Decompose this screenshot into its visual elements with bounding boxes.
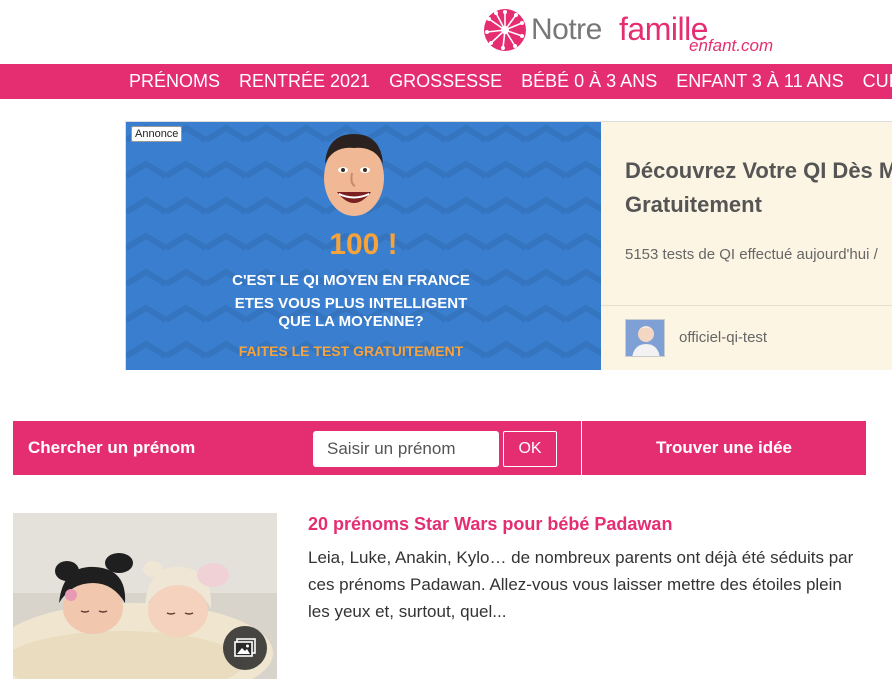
nav-item-prenoms[interactable]: PRÉNOMS — [129, 71, 220, 92]
ad-title-line2: Gratuitement — [625, 192, 762, 217]
article-thumbnail[interactable] — [13, 513, 277, 679]
ad-score: 100 ! — [329, 228, 398, 261]
article-title[interactable]: 20 prénoms Star Wars pour bébé Padawan — [308, 514, 672, 535]
ad-text-panel[interactable]: Découvrez Votre QI Dès M Gratuitement 51… — [601, 122, 892, 370]
ad-cta[interactable]: FAITES LE TEST GRATUITEMENT — [126, 343, 576, 359]
site-header: Notre famille enfant.com — [0, 0, 892, 64]
nav-item-grossesse[interactable]: GROSSESSE — [389, 71, 502, 92]
ad-headline: C'EST LE QI MOYEN EN FRANCE — [232, 272, 470, 289]
ad-question: ETES VOUS PLUS INTELLIGENT QUE LA MOYENN… — [126, 295, 576, 331]
find-idea-button[interactable]: Trouver une idée — [582, 421, 866, 475]
search-ok-button[interactable]: OK — [503, 431, 557, 467]
article-card[interactable]: 20 prénoms Star Wars pour bébé Padawan L… — [13, 513, 883, 683]
ad-description: 5153 tests de QI effectué aujourd'hui / — [625, 246, 878, 263]
logo-flower-icon — [484, 9, 526, 51]
ad-question-line2: QUE LA MOYENNE? — [278, 313, 424, 330]
name-search-bar: Chercher un prénom OK Trouver une idée — [13, 421, 866, 475]
name-search-input[interactable] — [313, 431, 499, 467]
logo-notre: Notre — [531, 13, 602, 46]
ad-question-line1: ETES VOUS PLUS INTELLIGENT — [234, 295, 468, 312]
gallery-image-icon[interactable] — [223, 626, 267, 670]
nav-item-rentree[interactable]: RENTRÉE 2021 — [239, 71, 370, 92]
advertisement[interactable]: Annonce 100 ! C'EST LE QI MOYEN EN FRANC… — [125, 121, 892, 370]
nav-items: PRÉNOMS RENTRÉE 2021 GROSSESSE BÉBÉ 0 À … — [129, 64, 892, 99]
nav-item-cuisine[interactable]: CUISINE — [863, 71, 892, 92]
site-logo[interactable]: Notre famille enfant.com — [483, 8, 773, 56]
nav-item-bebe[interactable]: BÉBÉ 0 À 3 ANS — [521, 71, 657, 92]
face-illustration-icon — [324, 134, 384, 216]
ad-source-avatar — [625, 319, 665, 357]
ad-divider — [601, 305, 892, 306]
article-excerpt: Leia, Luke, Anakin, Kylo… de nombreux pa… — [308, 548, 854, 621]
nav-item-enfant[interactable]: ENFANT 3 À 11 ANS — [676, 71, 843, 92]
ad-source[interactable]: officiel-qi-test — [679, 329, 767, 346]
ad-title[interactable]: Découvrez Votre QI Dès M Gratuitement — [625, 154, 892, 222]
ad-badge[interactable]: Annonce — [131, 126, 183, 142]
search-label: Chercher un prénom — [28, 438, 196, 457]
logo-enfant: enfant.com — [689, 36, 774, 55]
ad-image[interactable]: Annonce 100 ! C'EST LE QI MOYEN EN FRANC… — [126, 122, 601, 370]
logo-wordmark: Notre famille enfant.com — [531, 8, 773, 56]
avatar-person-icon — [626, 320, 664, 356]
main-nav: PRÉNOMS RENTRÉE 2021 GROSSESSE BÉBÉ 0 À … — [0, 64, 892, 99]
ad-title-line1: Découvrez Votre QI Dès M — [625, 158, 892, 183]
